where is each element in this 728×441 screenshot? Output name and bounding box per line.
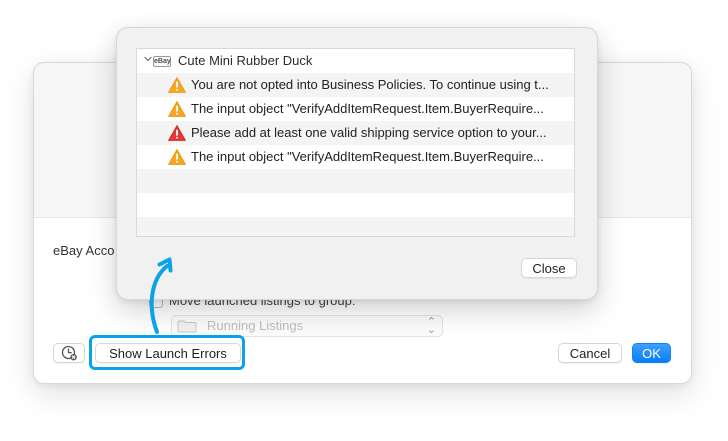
error-text: You are not opted into Business Policies… (191, 77, 549, 92)
group-select[interactable]: Running Listings ⌃ ⌄ (171, 315, 443, 337)
error-text: The input object "VerifyAddItemRequest.I… (191, 149, 544, 164)
chevron-down-icon[interactable] (143, 54, 153, 64)
error-text: Please add at least one valid shipping s… (191, 125, 547, 140)
chevron-updown-icon: ⌃ ⌄ (426, 316, 436, 336)
error-row[interactable]: You are not opted into Business Policies… (137, 73, 574, 97)
screenshot-stage: eBay Acco Move launched listings to grou… (0, 0, 728, 441)
ebay-account-label: eBay Acco (53, 243, 115, 258)
warning-triangle-icon (168, 101, 186, 117)
empty-row (137, 217, 574, 236)
curved-arrow-icon (149, 257, 173, 334)
history-clock-icon (61, 345, 77, 361)
warning-triangle-icon (168, 149, 186, 165)
warning-triangle-icon (168, 77, 186, 93)
error-triangle-icon (168, 125, 186, 141)
show-errors-highlight (89, 335, 245, 370)
error-row[interactable]: Please add at least one valid shipping s… (137, 121, 574, 145)
empty-row (137, 169, 574, 193)
ok-button[interactable]: OK (632, 343, 671, 363)
group-select-value: Running Listings (207, 318, 304, 333)
close-button[interactable]: Close (521, 258, 577, 278)
ebay-icon: eBay (153, 56, 171, 67)
list-group-row[interactable]: eBay Cute Mini Rubber Duck (137, 49, 574, 73)
launch-history-button[interactable] (53, 343, 85, 363)
cancel-button[interactable]: Cancel (558, 343, 622, 363)
error-text: The input object "VerifyAddItemRequest.I… (191, 101, 544, 116)
error-row[interactable]: The input object "VerifyAddItemRequest.I… (137, 145, 574, 169)
error-list: eBay Cute Mini Rubber Duck You are not o… (136, 48, 575, 237)
error-row[interactable]: The input object "VerifyAddItemRequest.I… (137, 97, 574, 121)
empty-row (137, 193, 574, 217)
group-label: Cute Mini Rubber Duck (178, 53, 313, 68)
